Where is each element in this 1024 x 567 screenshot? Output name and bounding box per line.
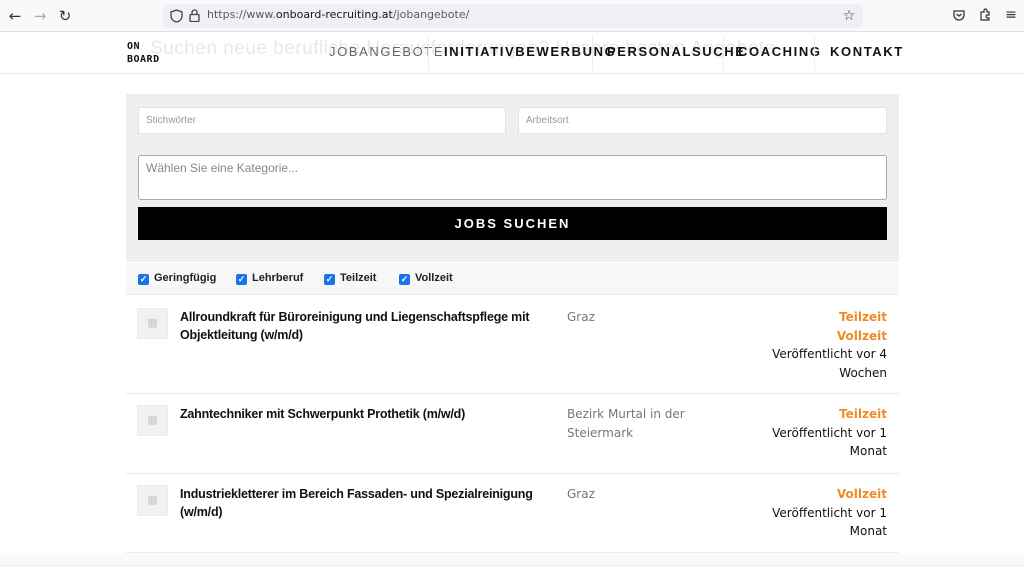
job-type-badge: Vollzeit	[836, 328, 887, 343]
filter-teilzeit[interactable]: ✓ Teilzeit	[324, 272, 376, 285]
checkbox-checked-icon[interactable]: ✓	[399, 274, 410, 285]
keywords-input[interactable]: Stichwörter	[138, 107, 506, 134]
url-text: https://www.onboard-recruiting.at/jobang…	[207, 8, 470, 21]
building-icon: ▦	[147, 493, 158, 506]
menu-icon[interactable]: ≡	[1003, 7, 1019, 23]
site-header: Suchen neue berufliche Herausforderungen…	[0, 32, 1024, 74]
job-title[interactable]: Industriekletterer im Bereich Fassaden- …	[180, 485, 550, 521]
location-input[interactable]: Arbeitsort	[518, 107, 887, 134]
extensions-icon[interactable]	[977, 7, 993, 23]
nav-divider	[814, 35, 815, 71]
job-title[interactable]: Zahntechniker mit Schwerpunkt Prothetik …	[180, 405, 550, 423]
building-icon: ▦	[147, 316, 158, 329]
checkbox-checked-icon[interactable]: ✓	[236, 274, 247, 285]
checkbox-checked-icon[interactable]: ✓	[138, 274, 149, 285]
published-date: Veröffentlicht vor 1 Monat	[772, 505, 887, 539]
job-type-filters: ✓ Geringfügig ✓ Lehrberuf ✓ Teilzeit ✓ Vollz…	[126, 263, 899, 295]
reload-icon[interactable]: ↻	[56, 7, 74, 25]
published-date: Veröffentlicht vor 1 Monat	[772, 425, 887, 459]
address-bar[interactable]: https://www.onboard-recruiting.at/jobang…	[163, 4, 863, 28]
nav-coaching[interactable]: COACHING	[738, 44, 822, 59]
job-location: Graz	[567, 310, 595, 324]
category-select[interactable]: Wählen Sie eine Kategorie...	[138, 155, 887, 200]
bookmark-star-icon[interactable]: ☆	[841, 8, 857, 24]
filter-label: Vollzeit	[415, 272, 453, 284]
job-listing[interactable]: ▦ Allroundkraft für Büroreinigung und Li…	[126, 296, 899, 394]
job-type-badge: Teilzeit	[839, 310, 887, 324]
search-jobs-button[interactable]: JOBS SUCHEN	[138, 207, 887, 240]
shield-icon[interactable]	[170, 9, 183, 23]
job-meta: Vollzeit Veröffentlicht vor 1 Monat	[757, 485, 887, 541]
company-logo-placeholder: ▦	[137, 405, 168, 436]
filter-geringfuegig[interactable]: ✓ Geringfügig	[138, 272, 216, 285]
company-logo-placeholder: ▦	[137, 308, 168, 339]
job-title[interactable]: Allroundkraft für Büroreinigung und Lieg…	[180, 308, 550, 344]
job-location: Graz	[567, 487, 595, 501]
job-meta: Teilzeit Veröffentlicht vor 1 Monat	[757, 405, 887, 461]
filter-lehrberuf[interactable]: ✓ Lehrberuf	[236, 272, 303, 285]
job-meta: Teilzeit Vollzeit Veröffentlicht vor 4 W…	[757, 308, 887, 382]
pocket-icon[interactable]	[951, 7, 967, 23]
nav-personalsuche[interactable]: PERSONALSUCHE	[607, 44, 746, 59]
filter-label: Geringfügig	[154, 272, 217, 284]
job-listing[interactable]: ▦ Zahntechniker mit Schwerpunkt Protheti…	[126, 395, 899, 474]
job-location: Bezirk Murtal in der Steiermark	[567, 407, 685, 440]
job-listing[interactable]: ▦ Industriekletterer im Bereich Fassaden…	[126, 475, 899, 553]
published-date: Veröffentlicht vor 4 Wochen	[772, 347, 887, 380]
checkbox-checked-icon[interactable]: ✓	[324, 274, 335, 285]
company-logo-placeholder: ▦	[137, 485, 168, 516]
nav-divider	[723, 35, 724, 71]
lock-icon[interactable]	[189, 9, 200, 22]
logo-line-2: BOARD	[127, 54, 160, 65]
bottom-fade	[0, 548, 1024, 567]
job-type-badge: Vollzeit	[836, 487, 887, 501]
browser-toolbar: ← → ↻ https://www.onboard-recruiting.at/…	[0, 0, 1024, 32]
nav-initiativbewerbung[interactable]: INITIATIVBEWERBUNG	[444, 44, 616, 59]
job-type-badge: Teilzeit	[839, 407, 887, 421]
job-search-form: Stichwörter Arbeitsort Wählen Sie eine K…	[126, 94, 899, 262]
building-icon: ▦	[147, 413, 158, 426]
back-arrow-icon[interactable]: ←	[6, 7, 24, 25]
filter-vollzeit[interactable]: ✓ Vollzeit	[399, 272, 453, 285]
filter-label: Lehrberuf	[252, 272, 304, 284]
nav-divider	[592, 35, 593, 71]
logo-line-1: ON	[127, 41, 141, 52]
filter-label: Teilzeit	[340, 272, 377, 284]
forward-arrow-icon[interactable]: →	[31, 7, 49, 25]
nav-kontakt[interactable]: KONTAKT	[830, 44, 904, 59]
nav-divider	[428, 35, 429, 71]
logo[interactable]: ON BOARD	[127, 40, 160, 66]
nav-jobangebote[interactable]: JOBANGEBOTE	[329, 44, 444, 59]
